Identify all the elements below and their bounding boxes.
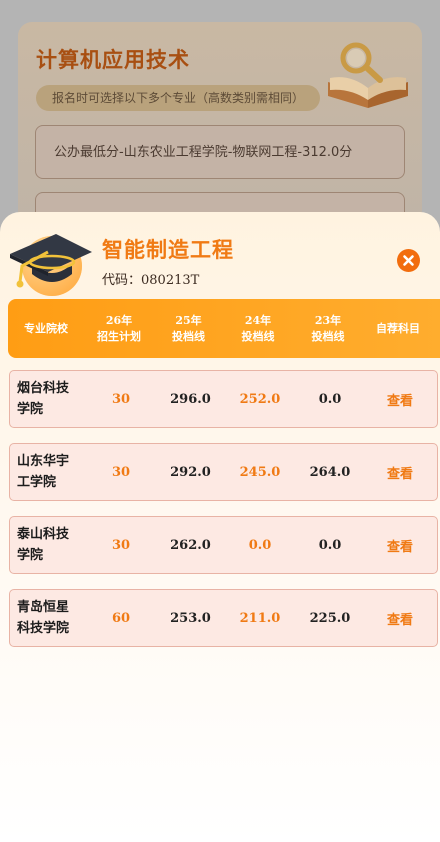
view-subjects-button[interactable]: 查看 xyxy=(365,536,435,555)
score-25: 296.0 xyxy=(170,391,211,407)
table-row: 泰山科技 学院 30 262.0 0.0 0.0 查看 xyxy=(9,516,438,574)
book-magnifier-icon xyxy=(322,38,418,114)
school-list: 烟台科技 学院 30 296.0 252.0 0.0 查看 山东华宇 工学院 30 … xyxy=(9,370,439,662)
view-subjects-button[interactable]: 查看 xyxy=(365,609,435,628)
school-name: 山东华宇 工学院 xyxy=(17,454,70,490)
school-name: 烟台科技 学院 xyxy=(17,381,70,417)
table-header: 专业院校 26年 招生计划 25年 投档线 24年 投档线 23年 投档线 自荐科目 xyxy=(8,299,440,358)
score-24: 245.0 xyxy=(239,464,281,480)
background-title: 计算机应用技术 xyxy=(36,48,190,72)
plan-26: 60 xyxy=(111,610,131,626)
score-24: 0.0 xyxy=(248,537,272,553)
score-25: 253.0 xyxy=(170,610,211,626)
header-school: 专业院校 xyxy=(24,321,68,335)
major-code-label: 代码： xyxy=(102,273,142,288)
graduation-cap-icon xyxy=(8,226,94,296)
header-plan-26: 26年 招生计划 xyxy=(97,313,141,343)
score-23: 0.0 xyxy=(318,391,342,407)
score-25: 292.0 xyxy=(170,464,211,480)
score-24: 211.0 xyxy=(239,610,281,626)
score-24: 252.0 xyxy=(239,391,281,407)
major-name: 智能制造工程 xyxy=(102,238,234,262)
header-score-25: 25年 投档线 xyxy=(172,313,205,343)
background-subtitle: 报名时可选择以下多个专业（高数类别需相同） xyxy=(36,85,321,111)
close-x-icon xyxy=(403,255,414,266)
header-score-23: 23年 投档线 xyxy=(311,313,345,343)
plan-26: 30 xyxy=(111,391,131,407)
score-25: 262.0 xyxy=(170,537,211,553)
plan-26: 30 xyxy=(111,464,131,480)
school-name: 青岛恒星 科技学院 xyxy=(17,600,70,636)
table-row: 山东华宇 工学院 30 292.0 245.0 264.0 查看 xyxy=(9,443,438,501)
view-subjects-button[interactable]: 查看 xyxy=(365,390,435,409)
table-row: 烟台科技 学院 30 296.0 252.0 0.0 查看 xyxy=(9,370,438,428)
background-min-score: 公办最低分-山东农业工程学院-物联网工程-312.0分 xyxy=(35,125,405,179)
score-23: 264.0 xyxy=(309,464,351,480)
view-subjects-button[interactable]: 查看 xyxy=(365,463,435,482)
major-code-value: 080213T xyxy=(141,273,200,288)
major-code: 代码：080213T xyxy=(102,269,199,288)
score-23: 225.0 xyxy=(309,610,351,626)
school-name: 泰山科技 学院 xyxy=(17,527,70,563)
header-subjects: 自荐科目 xyxy=(376,321,420,335)
header-score-24: 24年 投档线 xyxy=(241,313,275,343)
table-row: 青岛恒星 科技学院 60 253.0 211.0 225.0 查看 xyxy=(9,589,438,647)
score-23: 0.0 xyxy=(318,537,342,553)
plan-26: 30 xyxy=(111,537,131,553)
major-detail-sheet: 智能制造工程 代码：080213T 专业院校 26年 招生计划 25年 投档线 24… xyxy=(0,212,440,842)
close-button[interactable] xyxy=(397,249,420,272)
